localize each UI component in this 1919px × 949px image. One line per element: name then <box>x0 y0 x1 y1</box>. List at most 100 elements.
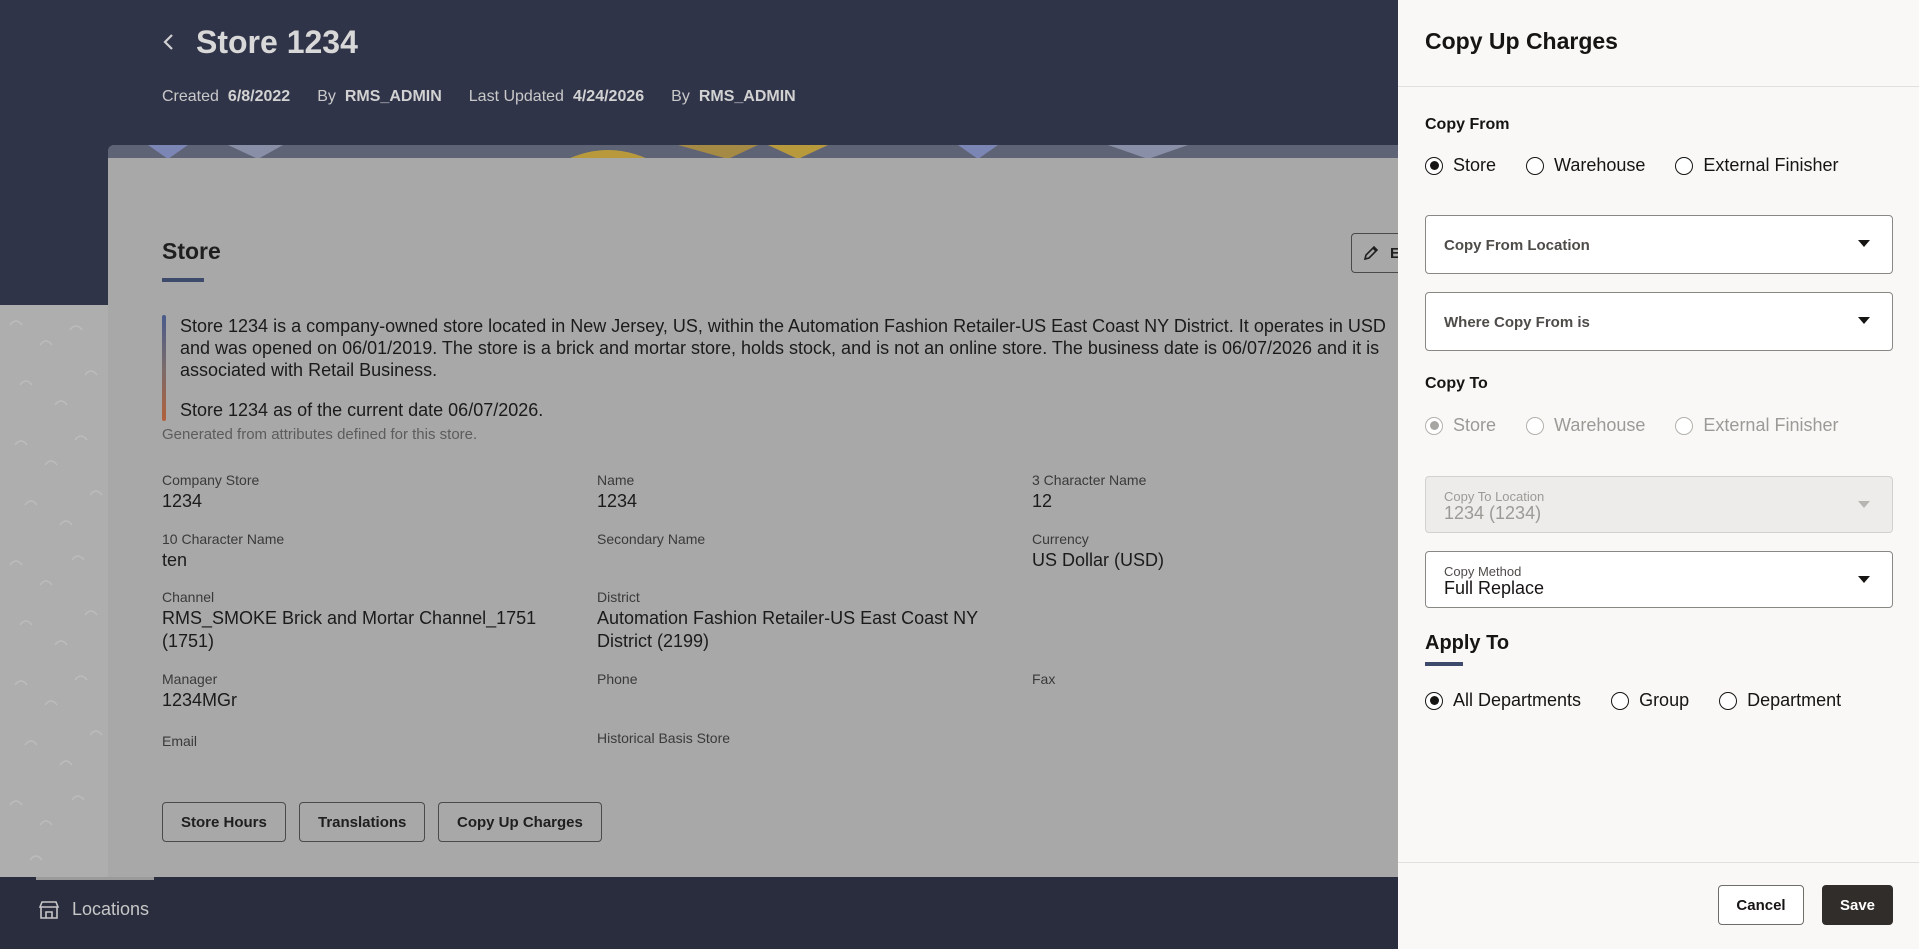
field-name: Name 1234 <box>597 472 637 513</box>
save-button[interactable]: Save <box>1822 885 1893 925</box>
radio-label: Store <box>1453 155 1497 175</box>
decorative-banner <box>108 145 1408 159</box>
field-label: Channel <box>162 589 215 605</box>
radio-label: Warehouse <box>1554 415 1646 435</box>
field-label: Secondary Name <box>597 531 706 547</box>
field-value: 1234 <box>597 491 638 511</box>
field-company-store: Company Store 1234 <box>162 472 259 513</box>
divider <box>1398 86 1919 87</box>
copy-to-warehouse-radio: Warehouse <box>1526 415 1645 436</box>
apply-to-heading: Apply To <box>1425 632 1510 654</box>
field-district: District Automation Fashion Retailer-US … <box>597 589 1017 653</box>
copy-to-radio-group: Store Warehouse External Finisher <box>1425 415 1868 436</box>
drawer-title: Copy Up Charges <box>1425 28 1618 54</box>
copy-to-location-select: Copy To Location 1234 (1234) <box>1425 476 1893 533</box>
field-value: 1234 <box>162 491 203 511</box>
radio-circle <box>1425 416 1443 435</box>
back-chevron-icon[interactable] <box>156 30 180 54</box>
field-email: Email <box>162 733 197 751</box>
radio-circle <box>1719 691 1738 710</box>
select-label: Copy To Location <box>1444 489 1545 504</box>
select-value: 1234 (1234) <box>1444 503 1542 523</box>
copy-from-label: Copy From <box>1425 116 1510 133</box>
decorative-pattern <box>0 305 108 877</box>
radio-circle <box>1611 691 1630 710</box>
record-metadata: Created 6/8/2022 By RMS_ADMIN Last Updat… <box>162 88 823 106</box>
nav-item-locations[interactable]: Locations <box>38 899 149 920</box>
field-label: Fax <box>1032 671 1056 687</box>
summary-paragraph: Store 1234 is a company-owned store loca… <box>180 316 1386 380</box>
radio-circle <box>1526 416 1545 435</box>
created-by-label: By <box>317 88 336 105</box>
card-title: Store <box>162 238 221 264</box>
updated-value: 4/24/2026 <box>572 88 645 105</box>
copy-method-select[interactable]: Copy Method Full Replace <box>1425 551 1893 608</box>
radio-label: Store <box>1453 415 1497 435</box>
created-value: 6/8/2022 <box>227 88 291 105</box>
chevron-down-icon <box>1858 501 1870 508</box>
field-value: ten <box>162 550 188 570</box>
updated-by-value: RMS_ADMIN <box>698 88 796 105</box>
field-label: 10 Character Name <box>162 531 285 547</box>
copy-up-charges-drawer: Copy Up Charges Copy From Store Warehous… <box>1398 0 1919 949</box>
field-label: Historical Basis Store <box>597 730 731 746</box>
field-value: 12 <box>1032 491 1053 511</box>
field-historical-basis-store: Historical Basis Store <box>597 730 730 748</box>
copy-from-external-finisher-radio[interactable]: External Finisher <box>1675 155 1838 176</box>
apply-all-departments-radio[interactable]: All Departments <box>1425 690 1581 711</box>
field-label: Manager <box>162 671 218 687</box>
radio-label: All Departments <box>1453 690 1582 710</box>
apply-group-radio[interactable]: Group <box>1611 690 1689 711</box>
chevron-down-icon <box>1858 317 1870 324</box>
store-details-card: Store E Store 1234 is a company-owned st… <box>108 158 1411 878</box>
radio-circle <box>1675 156 1694 175</box>
radio-circle <box>1425 691 1443 710</box>
field-phone: Phone <box>597 671 637 689</box>
field-channel: Channel RMS_SMOKE Brick and Mortar Chann… <box>162 589 562 653</box>
field-label: District <box>597 589 640 605</box>
select-label: Copy Method <box>1444 564 1522 579</box>
page-title: Store 1234 <box>196 24 358 60</box>
divider <box>1398 862 1919 863</box>
copy-from-store-radio[interactable]: Store <box>1425 155 1496 176</box>
field-label: 3 Character Name <box>1032 472 1147 488</box>
generated-note: Generated from attributes defined for th… <box>162 426 478 443</box>
field-label: Name <box>597 472 635 488</box>
field-label: Phone <box>597 671 638 687</box>
copy-from-warehouse-radio[interactable]: Warehouse <box>1526 155 1645 176</box>
title-underline <box>162 278 204 282</box>
radio-label: External Finisher <box>1703 155 1839 175</box>
radio-label: Group <box>1639 690 1690 710</box>
field-label: Email <box>162 733 198 749</box>
field-value: RMS_SMOKE Brick and Mortar Channel_1751 … <box>162 608 537 651</box>
field-label: Company Store <box>162 472 260 488</box>
copy-up-charges-button[interactable]: Copy Up Charges <box>438 802 602 842</box>
updated-by-label: By <box>671 88 690 105</box>
copy-to-store-radio: Store <box>1425 415 1496 436</box>
field-value: US Dollar (USD) <box>1032 550 1165 570</box>
nav-item-label: Locations <box>72 899 150 919</box>
field-3-character-name: 3 Character Name 12 <box>1032 472 1146 513</box>
radio-label: External Finisher <box>1703 415 1839 435</box>
cancel-button[interactable]: Cancel <box>1718 885 1804 925</box>
field-label: Currency <box>1032 531 1089 547</box>
created-label: Created <box>162 88 219 105</box>
pencil-icon <box>1363 245 1379 261</box>
where-copy-from-select[interactable]: Where Copy From is <box>1425 292 1893 351</box>
field-value: 1234MGr <box>162 690 238 710</box>
chevron-down-icon <box>1858 240 1870 247</box>
radio-circle <box>1526 156 1545 175</box>
nav-active-indicator <box>36 877 154 880</box>
copy-from-radio-group: Store Warehouse External Finisher <box>1425 155 1868 176</box>
translations-button[interactable]: Translations <box>299 802 426 842</box>
copy-from-location-select[interactable]: Copy From Location <box>1425 215 1893 274</box>
store-hours-button[interactable]: Store Hours <box>162 802 286 842</box>
copy-to-label: Copy To <box>1425 375 1488 392</box>
field-manager: Manager 1234MGr <box>162 671 237 712</box>
summary-paragraph: Store 1234 as of the current date 06/07/… <box>180 400 544 420</box>
ai-summary: Store 1234 is a company-owned store loca… <box>162 315 1412 421</box>
select-placeholder: Copy From Location <box>1444 237 1590 254</box>
store-icon <box>38 900 60 919</box>
field-10-character-name: 10 Character Name ten <box>162 531 284 572</box>
apply-department-radio[interactable]: Department <box>1719 690 1841 711</box>
